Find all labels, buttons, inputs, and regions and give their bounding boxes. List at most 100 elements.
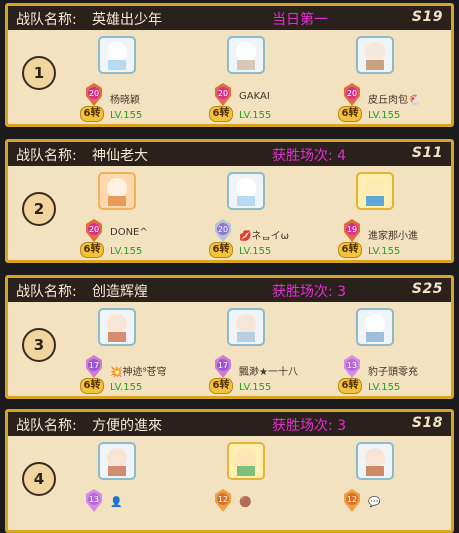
player-name: 💬 bbox=[368, 497, 381, 508]
player-level: LV.155 bbox=[239, 382, 272, 393]
level-badge-icon: 20 bbox=[86, 219, 102, 242]
player-name: 飄渺★一十八 bbox=[239, 367, 298, 378]
player-level: LV.155 bbox=[110, 110, 143, 121]
team-card[interactable]: 战队名称: 神仙老大 获胜场次: 4 S11 2 20 6转 DONE^ LV.… bbox=[5, 139, 454, 263]
player-name: 皮丘肉包🐔 bbox=[368, 95, 421, 106]
team-stat: 获胜场次: 3 bbox=[272, 418, 347, 434]
player-name: 💥神迹⁹苍穹 bbox=[110, 367, 167, 378]
team-label: 战队名称: bbox=[16, 148, 77, 164]
avatar[interactable] bbox=[98, 308, 136, 346]
svg-text:17: 17 bbox=[218, 361, 228, 370]
player-name: 杨晓颖 bbox=[110, 95, 140, 106]
avatar[interactable] bbox=[98, 442, 136, 480]
player-level: LV.155 bbox=[110, 382, 143, 393]
season-label: S11 bbox=[411, 145, 443, 161]
member-2[interactable]: 12 🟤 bbox=[201, 438, 326, 532]
member-3[interactable]: 20 6转 皮丘肉包🐔 LV.155 bbox=[330, 32, 455, 126]
avatar[interactable] bbox=[356, 308, 394, 346]
member-2[interactable]: 17 6转 飄渺★一十八 LV.155 bbox=[201, 304, 326, 398]
member-1[interactable]: 20 6转 DONE^ LV.155 bbox=[72, 168, 197, 262]
member-1[interactable]: 17 6转 💥神迹⁹苍穹 LV.155 bbox=[72, 304, 197, 398]
team-card[interactable]: 战队名称: 方便的進來 获胜场次: 3 S18 4 13 👤 12 🟤 12 💬 bbox=[5, 409, 454, 533]
team-ranking-list: 战队名称: 英雄出少年 当日第一 S19 1 20 6转 杨晓颖 LV.155 … bbox=[0, 0, 459, 533]
avatar-portrait-icon bbox=[236, 448, 256, 476]
avatar[interactable] bbox=[98, 172, 136, 210]
player-name: DONE^ bbox=[110, 227, 148, 238]
avatar-portrait-icon bbox=[365, 42, 385, 70]
member-2[interactable]: 20 6转 💋ネᆸイω LV.155 bbox=[201, 168, 326, 262]
svg-text:12: 12 bbox=[347, 495, 357, 504]
avatar-portrait-icon bbox=[365, 448, 385, 476]
level-badge-icon: 20 bbox=[215, 219, 231, 242]
avatar-portrait-icon bbox=[236, 42, 256, 70]
team-header: 战队名称: 神仙老大 获胜场次: 4 S11 bbox=[8, 142, 451, 166]
rank-badge: 4 bbox=[22, 462, 56, 496]
avatar-portrait-icon bbox=[365, 314, 385, 342]
svg-text:20: 20 bbox=[89, 89, 99, 98]
turns-chip: 6转 bbox=[338, 242, 362, 258]
team-label: 战队名称: bbox=[16, 12, 77, 28]
team-card[interactable]: 战队名称: 创造辉煌 获胜场次: 3 S25 3 17 6转 💥神迹⁹苍穹 LV… bbox=[5, 275, 454, 399]
team-name: 方便的進來 bbox=[92, 418, 162, 434]
player-name: 🟤 bbox=[239, 497, 252, 508]
level-badge-icon: 13 bbox=[86, 489, 102, 512]
rank-badge: 3 bbox=[22, 328, 56, 362]
member-3[interactable]: 13 6转 豹子頭零充 LV.155 bbox=[330, 304, 455, 398]
player-level: LV.155 bbox=[110, 246, 143, 257]
turns-chip: 6转 bbox=[338, 106, 362, 122]
player-name: 💋ネᆸイω bbox=[239, 231, 290, 242]
member-3[interactable]: 19 6转 進家那小進 LV.155 bbox=[330, 168, 455, 262]
svg-text:17: 17 bbox=[89, 361, 99, 370]
team-stat: 获胜场次: 3 bbox=[272, 284, 347, 300]
turns-chip: 6转 bbox=[338, 378, 362, 394]
svg-text:19: 19 bbox=[347, 225, 357, 234]
member-3[interactable]: 12 💬 bbox=[330, 438, 455, 532]
level-badge-icon: 13 bbox=[344, 355, 360, 378]
team-card[interactable]: 战队名称: 英雄出少年 当日第一 S19 1 20 6转 杨晓颖 LV.155 … bbox=[5, 3, 454, 127]
svg-text:20: 20 bbox=[89, 225, 99, 234]
svg-text:12: 12 bbox=[218, 495, 228, 504]
level-badge-icon: 20 bbox=[86, 83, 102, 106]
avatar[interactable] bbox=[227, 308, 265, 346]
player-name: 豹子頭零充 bbox=[368, 367, 418, 378]
avatar-portrait-icon bbox=[107, 448, 127, 476]
avatar[interactable] bbox=[356, 36, 394, 74]
member-2[interactable]: 20 6转 GAKAI LV.155 bbox=[201, 32, 326, 126]
player-name: GAKAI bbox=[239, 91, 270, 102]
season-label: S25 bbox=[411, 281, 443, 297]
avatar[interactable] bbox=[356, 442, 394, 480]
player-level: LV.155 bbox=[239, 110, 272, 121]
member-1[interactable]: 13 👤 bbox=[72, 438, 197, 532]
turns-chip: 6转 bbox=[209, 378, 233, 394]
level-badge-icon: 19 bbox=[344, 219, 360, 242]
avatar-portrait-icon bbox=[107, 42, 127, 70]
avatar[interactable] bbox=[356, 172, 394, 210]
level-badge-icon: 17 bbox=[86, 355, 102, 378]
turns-chip: 6转 bbox=[80, 242, 104, 258]
team-header: 战队名称: 英雄出少年 当日第一 S19 bbox=[8, 6, 451, 30]
avatar[interactable] bbox=[227, 36, 265, 74]
avatar-portrait-icon bbox=[107, 314, 127, 342]
season-label: S18 bbox=[411, 415, 443, 431]
level-badge-icon: 12 bbox=[344, 489, 360, 512]
team-header: 战队名称: 创造辉煌 获胜场次: 3 S25 bbox=[8, 278, 451, 302]
team-label: 战队名称: bbox=[16, 284, 77, 300]
member-1[interactable]: 20 6转 杨晓颖 LV.155 bbox=[72, 32, 197, 126]
player-level: LV.155 bbox=[368, 246, 401, 257]
level-badge-icon: 12 bbox=[215, 489, 231, 512]
rank-badge: 1 bbox=[22, 56, 56, 90]
avatar-portrait-icon bbox=[365, 178, 385, 206]
svg-text:13: 13 bbox=[89, 495, 99, 504]
rank-badge: 2 bbox=[22, 192, 56, 226]
player-name: 進家那小進 bbox=[368, 231, 418, 242]
avatar[interactable] bbox=[227, 172, 265, 210]
team-stat: 获胜场次: 4 bbox=[272, 148, 347, 164]
turns-chip: 6转 bbox=[80, 106, 104, 122]
avatar-portrait-icon bbox=[107, 178, 127, 206]
avatar[interactable] bbox=[98, 36, 136, 74]
team-header: 战队名称: 方便的進來 获胜场次: 3 S18 bbox=[8, 412, 451, 436]
avatar[interactable] bbox=[227, 442, 265, 480]
svg-text:20: 20 bbox=[218, 225, 228, 234]
team-name: 创造辉煌 bbox=[92, 284, 148, 300]
player-level: LV.155 bbox=[368, 110, 401, 121]
